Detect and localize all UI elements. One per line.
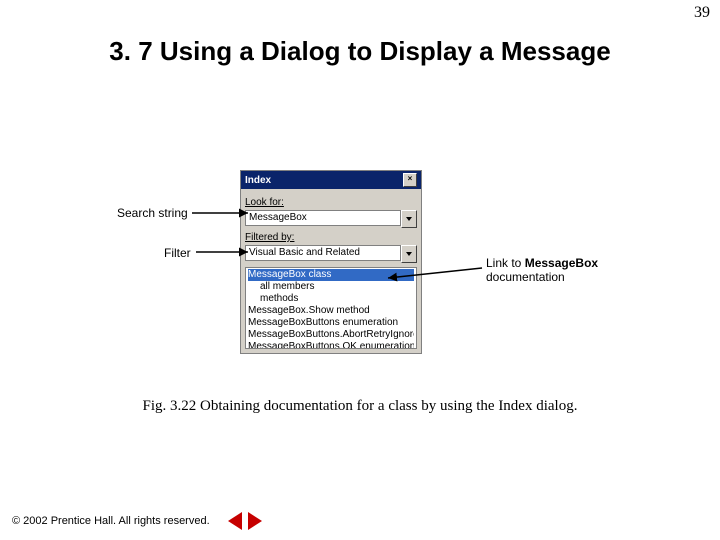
callout-link-text-b: MessageBox	[525, 256, 598, 270]
footer: © 2002 Prentice Hall. All rights reserve…	[12, 512, 262, 530]
index-dialog: Index × Look for: MessageBox Filtered by…	[240, 170, 422, 354]
page-number: 39	[694, 4, 710, 22]
list-item[interactable]: MessageBoxButtons enumeration	[248, 317, 414, 329]
copyright: © 2002 Prentice Hall. All rights reserve…	[12, 515, 210, 527]
nav-prev-icon[interactable]	[228, 512, 242, 530]
figure-caption: Fig. 3.22 Obtaining documentation for a …	[0, 398, 720, 415]
close-icon[interactable]: ×	[403, 173, 417, 187]
list-item[interactable]: MessageBox class	[248, 269, 414, 281]
page-title: 3. 7 Using a Dialog to Display a Message	[0, 36, 720, 67]
callout-filter: Filter	[164, 246, 191, 260]
results-list[interactable]: MessageBox class all members methods Mes…	[245, 267, 417, 349]
list-item[interactable]: MessageBox.Show method	[248, 305, 414, 317]
list-item[interactable]: all members	[248, 281, 414, 293]
dialog-body: Look for: MessageBox Filtered by: Visual…	[241, 189, 421, 353]
list-item[interactable]: MessageBoxButtons.OK enumeration mem	[248, 341, 414, 349]
callout-link-text-a: Link to	[486, 256, 525, 270]
filteredby-input[interactable]: Visual Basic and Related	[245, 245, 401, 261]
nav-next-icon[interactable]	[248, 512, 262, 530]
filteredby-label: Filtered by:	[245, 232, 417, 243]
callout-link: Link to MessageBox documentation	[486, 256, 598, 284]
filteredby-dropdown-button[interactable]	[401, 245, 417, 263]
callout-search-string: Search string	[117, 206, 188, 220]
lookfor-label: Look for:	[245, 197, 417, 208]
callout-link-text-c: documentation	[486, 270, 565, 284]
lookfor-input[interactable]: MessageBox	[245, 210, 401, 226]
dialog-titlebar: Index ×	[241, 171, 421, 189]
dialog-title: Index	[245, 175, 271, 186]
lookfor-dropdown-button[interactable]	[401, 210, 417, 228]
list-item[interactable]: methods	[248, 293, 414, 305]
list-item[interactable]: MessageBoxButtons.AbortRetryIgnore enu	[248, 329, 414, 341]
